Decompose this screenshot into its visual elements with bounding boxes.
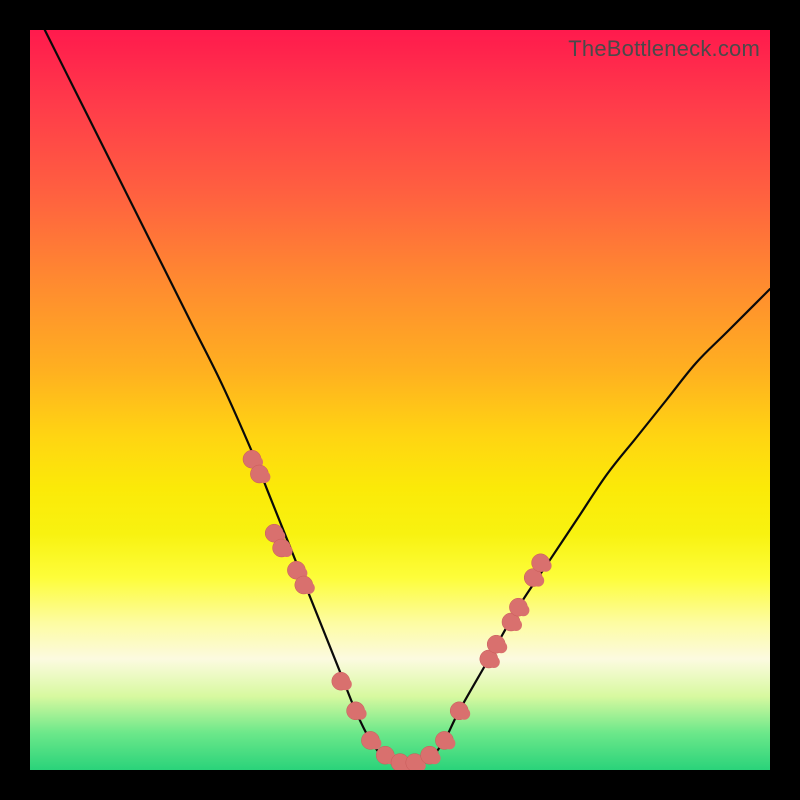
data-marker-lobe xyxy=(495,641,507,653)
data-marker-lobe xyxy=(517,604,529,616)
data-marker-lobe xyxy=(443,737,455,749)
bottleneck-curve xyxy=(45,30,770,767)
data-marker-lobe xyxy=(355,708,367,720)
chart-frame: TheBottleneck.com xyxy=(0,0,800,800)
trough-markers xyxy=(332,672,470,770)
chart-svg xyxy=(30,30,770,770)
data-marker-lobe xyxy=(429,752,441,764)
right-cluster-markers xyxy=(480,554,552,668)
data-marker-lobe xyxy=(369,737,381,749)
data-marker-lobe xyxy=(258,471,270,483)
data-marker-lobe xyxy=(458,708,470,720)
data-marker-lobe xyxy=(532,575,544,587)
left-cluster-markers xyxy=(243,450,315,594)
data-marker-lobe xyxy=(488,656,500,668)
data-marker-lobe xyxy=(540,560,552,572)
data-marker-lobe xyxy=(340,678,352,690)
data-marker-lobe xyxy=(510,619,522,631)
data-marker-lobe xyxy=(281,545,293,557)
data-marker-lobe xyxy=(303,582,315,594)
plot-area: TheBottleneck.com xyxy=(30,30,770,770)
